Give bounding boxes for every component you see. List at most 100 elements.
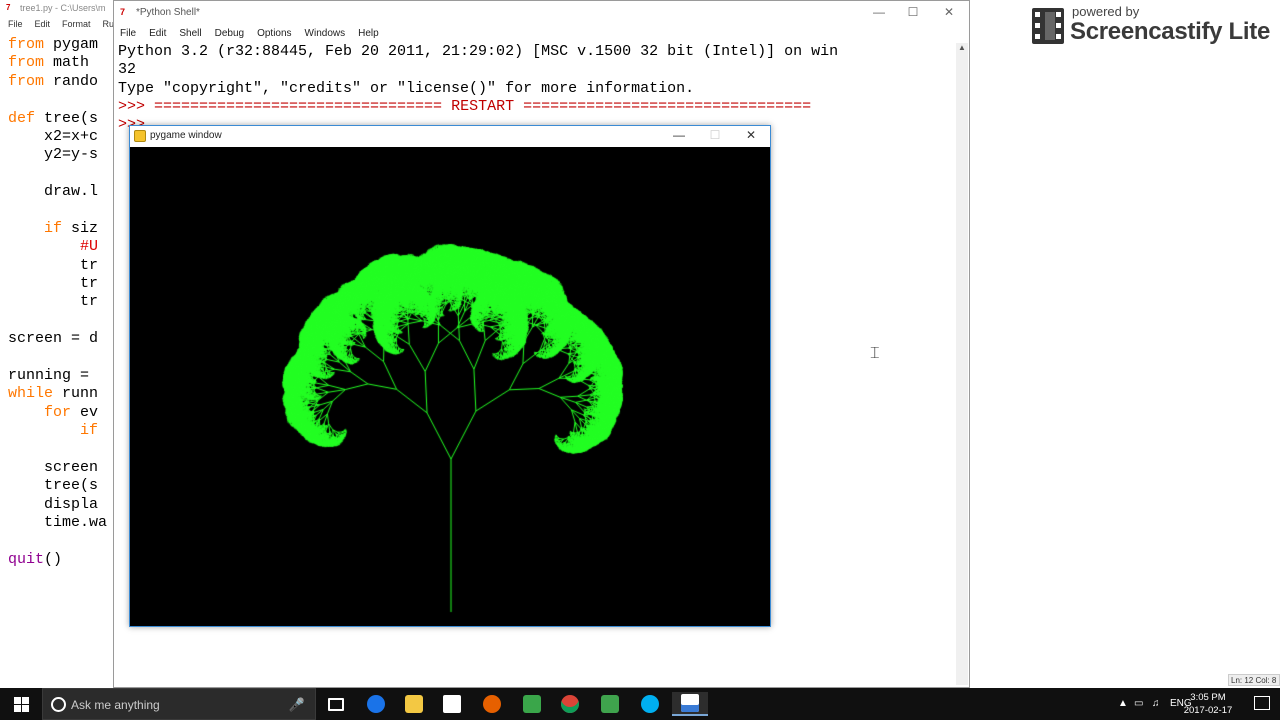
firefox-icon[interactable] bbox=[474, 692, 510, 716]
code-token: (s bbox=[80, 109, 99, 127]
code-token: time.wa bbox=[8, 514, 108, 532]
editor-code-area[interactable]: from pygam from math from rando def tree(s… bbox=[8, 36, 107, 569]
network-icon[interactable]: ▭ bbox=[1134, 698, 1143, 709]
code-line: while runn bbox=[8, 385, 107, 403]
shell-menu-debug[interactable]: Debug bbox=[215, 28, 244, 43]
python-idle-icon[interactable] bbox=[672, 692, 708, 716]
screencastify-watermark: powered by Screencastify Lite bbox=[1030, 4, 1275, 45]
code-token: tr bbox=[8, 293, 99, 311]
code-token: screen = d bbox=[8, 330, 99, 348]
task-view-icon[interactable] bbox=[318, 692, 354, 716]
restart-banner: ================================ RESTART… bbox=[154, 97, 812, 115]
microphone-icon[interactable]: 🎤 bbox=[289, 697, 305, 713]
code-line: tr bbox=[8, 275, 107, 293]
text-cursor-icon: ⌶ bbox=[870, 345, 880, 362]
code-line: y2=y-s bbox=[8, 146, 107, 164]
shell-menu-options[interactable]: Options bbox=[257, 28, 291, 43]
windows-start-icon[interactable] bbox=[0, 688, 42, 720]
brand-label: Screencastify Lite bbox=[1070, 18, 1271, 45]
shell-title: *Python Shell* bbox=[136, 7, 200, 18]
code-line: def tree(s bbox=[8, 110, 107, 128]
code-line: draw.l bbox=[8, 183, 107, 201]
close-icon[interactable]: ✕ bbox=[736, 128, 766, 142]
code-token: tr bbox=[8, 275, 99, 293]
shell-banner-line-2: 32 bbox=[118, 61, 137, 79]
code-token: runn bbox=[62, 385, 99, 403]
shell-titlebar[interactable]: 7 *Python Shell* — ☐ ✕ bbox=[114, 1, 969, 25]
code-token: if bbox=[44, 219, 72, 237]
code-line: tree(s bbox=[8, 477, 107, 495]
code-token: if bbox=[80, 422, 99, 440]
code-line: tr bbox=[8, 293, 107, 311]
maximize-icon: ☐ bbox=[709, 128, 721, 142]
maximize-icon[interactable]: ☐ bbox=[898, 5, 928, 19]
shell-menu-edit[interactable]: Edit bbox=[149, 28, 166, 43]
taskbar-clock[interactable]: 3:05 PM 2017-02-17 bbox=[1180, 691, 1236, 717]
shell-menu-help[interactable]: Help bbox=[358, 28, 379, 43]
code-token: from bbox=[8, 36, 54, 53]
code-token: quit bbox=[8, 550, 45, 568]
code-token: while bbox=[8, 385, 63, 403]
code-token: from bbox=[8, 72, 54, 90]
shell-banner-line-1: Python 3.2 (r32:88445, Feb 20 2011, 21:2… bbox=[118, 43, 839, 60]
code-line: displa bbox=[8, 496, 107, 514]
editor-menu-format[interactable]: Format bbox=[62, 19, 91, 32]
show-hidden-icons-icon[interactable]: ▲ bbox=[1118, 698, 1128, 709]
shell-scrollbar[interactable]: ▲ bbox=[956, 43, 968, 685]
notification-center-icon[interactable] bbox=[1254, 696, 1270, 710]
store-icon[interactable] bbox=[434, 692, 470, 716]
code-token: y2=y-s bbox=[8, 146, 99, 164]
code-line: time.wa bbox=[8, 514, 107, 532]
code-line: running = bbox=[8, 367, 107, 385]
code-token: tree bbox=[44, 109, 81, 127]
volume-icon[interactable]: ♫ bbox=[1152, 698, 1160, 709]
editor-menu-file[interactable]: File bbox=[8, 19, 23, 32]
clock-time: 3:05 PM bbox=[1190, 692, 1226, 703]
pygame-titlebar[interactable]: pygame window — ☐ ✕ bbox=[130, 126, 770, 147]
code-line: screen = d bbox=[8, 330, 107, 348]
cortana-icon bbox=[51, 697, 66, 712]
code-token: for bbox=[44, 403, 81, 421]
code-line: screen bbox=[8, 459, 107, 477]
file-explorer-icon[interactable] bbox=[396, 692, 432, 716]
windows-taskbar: Ask me anything 🎤 ▲ ▭ ♫ ENG 3:05 PM 2017… bbox=[0, 688, 1280, 720]
shell-menu-windows[interactable]: Windows bbox=[305, 28, 346, 43]
code-token: rando bbox=[53, 72, 99, 90]
code-token: def bbox=[8, 109, 45, 127]
code-line: if bbox=[8, 422, 107, 440]
code-token: running = bbox=[8, 367, 99, 385]
notes-app-icon[interactable] bbox=[592, 692, 628, 716]
editor-menu-edit[interactable]: Edit bbox=[35, 19, 51, 32]
code-token: draw.l bbox=[8, 183, 99, 201]
chrome-icon[interactable] bbox=[552, 692, 588, 716]
code-line: from rando bbox=[8, 73, 107, 91]
code-line: from pygam bbox=[8, 36, 107, 54]
minimize-icon[interactable]: — bbox=[864, 5, 894, 19]
code-token: displa bbox=[8, 495, 99, 513]
shell-menu-shell[interactable]: Shell bbox=[179, 28, 201, 43]
code-token: () bbox=[44, 550, 63, 568]
code-token: x2=x+c bbox=[8, 127, 99, 145]
shell-menu-file[interactable]: File bbox=[120, 28, 136, 43]
restart-line: >>> ================================ RES… bbox=[118, 98, 955, 116]
clock-date: 2017-02-17 bbox=[1183, 705, 1233, 716]
scroll-up-arrow-icon[interactable]: ▲ bbox=[956, 43, 968, 55]
fractal-tree-canvas bbox=[130, 147, 770, 626]
editor-title: tree1.py - C:\Users\m bbox=[20, 3, 106, 13]
skype-icon[interactable] bbox=[632, 692, 668, 716]
shell-output[interactable]: Python 3.2 (r32:88445, Feb 20 2011, 21:2… bbox=[118, 43, 955, 134]
shell-prompt: >>> bbox=[118, 97, 155, 115]
app-icon-green[interactable] bbox=[514, 692, 550, 716]
shell-menubar: File Edit Shell Debug Options Windows He… bbox=[114, 25, 969, 43]
cortana-search-box[interactable]: Ask me anything 🎤 bbox=[42, 688, 316, 720]
edge-browser-icon[interactable] bbox=[358, 692, 394, 716]
code-token: ev bbox=[80, 403, 99, 421]
minimize-icon[interactable]: — bbox=[664, 128, 694, 142]
close-icon[interactable]: ✕ bbox=[934, 5, 964, 19]
